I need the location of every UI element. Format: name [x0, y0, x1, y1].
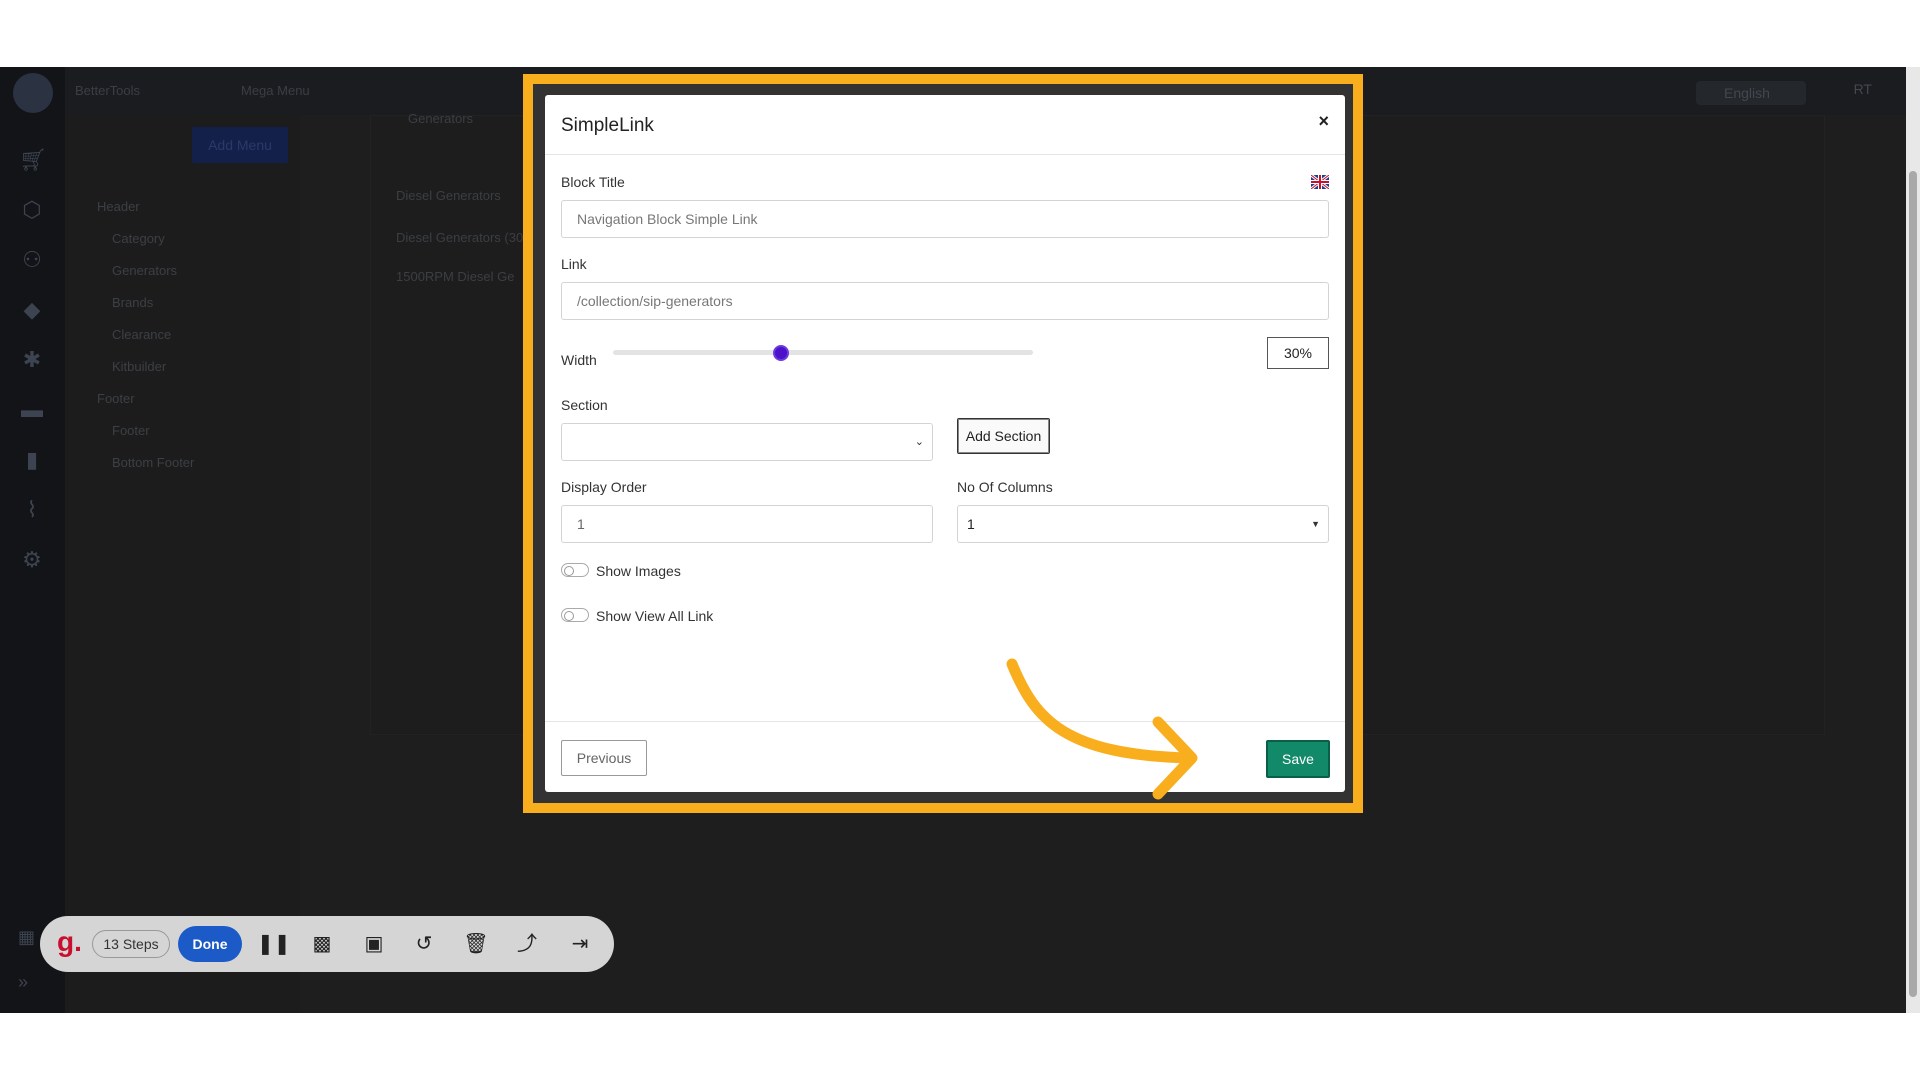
columns-select[interactable]: 1 ▼ [957, 505, 1329, 543]
tree-node[interactable]: Kitbuilder [112, 359, 166, 374]
caret-down-icon: ▼ [1311, 519, 1320, 529]
show-images-label: Show Images [596, 563, 681, 579]
users-icon[interactable]: ⚇ [19, 247, 45, 273]
blur-icon[interactable]: ▩ [308, 930, 336, 958]
recorder-logo[interactable]: g. [57, 926, 82, 958]
chart-icon[interactable]: ⌇ [19, 497, 45, 523]
block-title-label: Block Title [561, 174, 625, 190]
done-button[interactable]: Done [178, 926, 242, 962]
tree-node[interactable]: Footer [97, 391, 135, 406]
add-section-button[interactable]: Add Section [957, 418, 1050, 454]
modal-footer-divider [545, 721, 1345, 722]
section-select[interactable]: ⌄ [561, 423, 933, 461]
uk-flag-icon[interactable] [1311, 175, 1329, 189]
icon-rail: 🛒︎ ⬡ ⚇ ◆ ✱ ▬ ▮ ⌇ ⚙ ▦ » [0, 67, 65, 1013]
show-view-all-label: Show View All Link [596, 608, 714, 624]
gear-icon[interactable]: ⚙ [19, 547, 45, 573]
link-label: Link [561, 256, 587, 272]
tree-node[interactable]: Brands [112, 295, 153, 310]
recorder-toolbar: g. 13 Steps Done ❚❚ ▩ ▣ ↺ 🗑︎ ⤴ ⇥ [40, 916, 614, 972]
width-slider-handle[interactable] [773, 345, 789, 361]
asterisk-icon[interactable]: ✱ [19, 347, 45, 373]
bg-row: Diesel Generators (30 [396, 230, 524, 245]
tree-node[interactable]: Generators [112, 263, 177, 278]
menu-tree-panel: Add Menu Header Category Generators Bran… [65, 115, 300, 1013]
modal-title: SimpleLink [561, 115, 654, 136]
user-avatar[interactable]: RT [1854, 81, 1872, 97]
expand-icon[interactable]: » [18, 972, 28, 993]
tree-node[interactable]: Footer [112, 423, 150, 438]
previous-button[interactable]: Previous [561, 740, 647, 776]
section-label: Section [561, 397, 608, 413]
modal-header: SimpleLink × [545, 95, 1345, 155]
link-input[interactable]: /collection/sip-generators [561, 282, 1329, 320]
display-order-input[interactable]: 1 [561, 505, 933, 543]
trash-icon[interactable]: 🗑︎ [462, 930, 490, 958]
box-icon[interactable]: ⬡ [19, 197, 45, 223]
columns-label: No Of Columns [957, 479, 1053, 495]
grid-icon[interactable]: ▦ [18, 927, 35, 948]
skip-icon[interactable]: ⇥ [566, 930, 594, 958]
block-title-input[interactable]: Navigation Block Simple Link [561, 200, 1329, 238]
show-view-all-toggle[interactable] [561, 608, 589, 622]
pause-icon[interactable]: ❚❚ [257, 930, 291, 958]
upload-icon[interactable]: ⤴ [513, 930, 541, 958]
language-selector[interactable]: English [1696, 81, 1806, 105]
columns-select-value: 1 [967, 516, 975, 532]
image-icon[interactable]: ▣ [360, 930, 388, 958]
chevron-down-icon: ⌄ [914, 436, 924, 448]
display-order-label: Display Order [561, 479, 647, 495]
tree-node[interactable]: Header [97, 199, 140, 214]
close-icon[interactable]: × [1318, 111, 1329, 132]
tag-icon[interactable]: ◆ [19, 297, 45, 323]
add-menu-button[interactable]: Add Menu [192, 127, 288, 163]
steps-badge[interactable]: 13 Steps [92, 930, 170, 958]
save-button[interactable]: Save [1266, 740, 1330, 778]
breadcrumb-page: Mega Menu [241, 83, 310, 98]
bg-row: 1500RPM Diesel Ge [396, 269, 515, 284]
app-logo[interactable] [13, 73, 53, 113]
bg-row: Diesel Generators [396, 188, 501, 203]
store-icon[interactable]: ▬ [19, 397, 45, 423]
width-slider-track[interactable] [613, 350, 1033, 355]
width-label: Width [561, 352, 597, 368]
show-images-toggle[interactable] [561, 563, 589, 577]
cart-icon[interactable]: 🛒︎ [19, 147, 47, 173]
org-selector[interactable]: BetterTools [75, 83, 140, 98]
tree-node[interactable]: Bottom Footer [112, 455, 194, 470]
undo-icon[interactable]: ↺ [410, 930, 438, 958]
simplelink-modal: SimpleLink × Block Title Navigation Bloc… [545, 95, 1345, 792]
language-label: English [1724, 85, 1770, 101]
width-value: 30% [1267, 337, 1329, 369]
tree-node[interactable]: Category [112, 231, 165, 246]
tab-generators[interactable]: Generators [408, 111, 473, 126]
scrollbar-thumb[interactable] [1909, 171, 1917, 997]
building-icon[interactable]: ▮ [19, 447, 45, 473]
guide-arrow-icon [1006, 658, 1198, 800]
tree-node[interactable]: Clearance [112, 327, 171, 342]
page-scrollbar[interactable] [1906, 67, 1920, 1013]
